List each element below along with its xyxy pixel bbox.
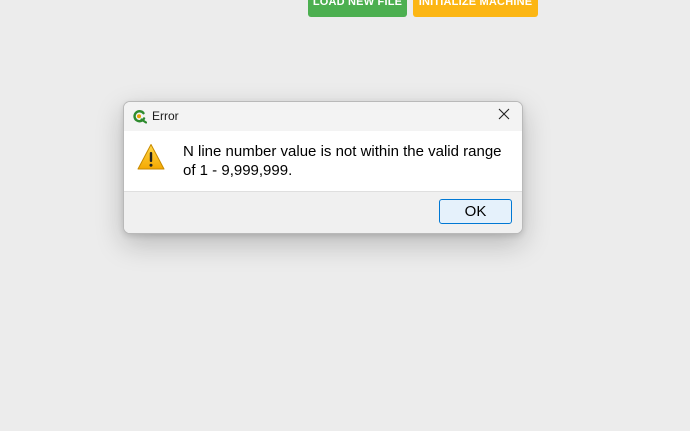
- error-dialog: Error N line number value is not within …: [123, 101, 523, 234]
- initialize-machine-label: INITIALIZE MACHINE: [418, 0, 533, 8]
- app-background: LOAD NEW FILE INITIALIZE MACHINE Error N…: [0, 0, 690, 431]
- ok-button-label: OK: [464, 203, 487, 220]
- initialize-machine-button[interactable]: INITIALIZE MACHINE: [413, 0, 538, 17]
- ok-button[interactable]: OK: [439, 199, 512, 224]
- close-icon: [498, 107, 510, 125]
- close-button[interactable]: [490, 104, 518, 128]
- load-new-file-label: LOAD NEW FILE: [312, 0, 403, 8]
- dialog-content: N line number value is not within the va…: [124, 131, 522, 191]
- dialog-titlebar[interactable]: Error: [124, 102, 522, 131]
- warning-triangle-icon: [136, 142, 166, 172]
- app-logo-icon: [132, 109, 148, 124]
- error-message: N line number value is not within the va…: [183, 143, 502, 179]
- load-new-file-button[interactable]: LOAD NEW FILE: [308, 0, 407, 17]
- dialog-title: Error: [152, 109, 179, 123]
- dialog-footer: OK: [124, 191, 522, 233]
